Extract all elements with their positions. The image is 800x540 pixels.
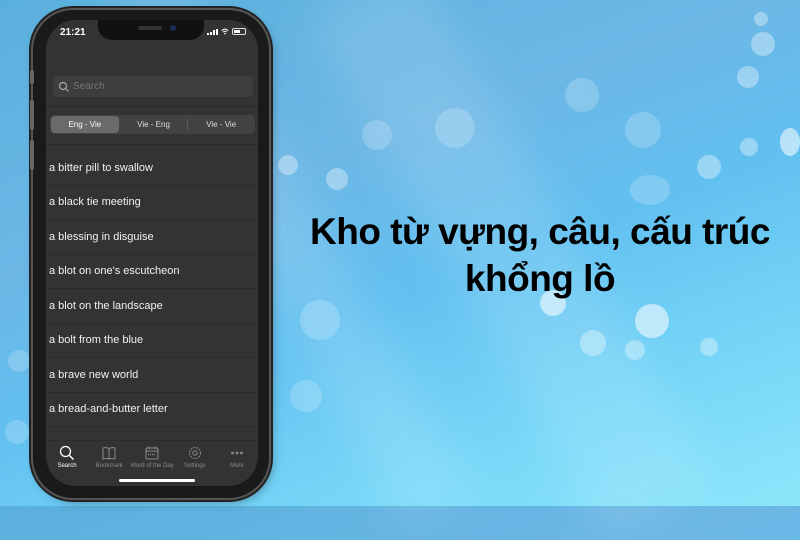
front-camera [170, 25, 176, 31]
language-segmented-control: Eng - Vie Vie - Eng Vie - Vie [50, 115, 255, 134]
tab-label: Search [57, 463, 77, 469]
segment-eng-vie[interactable]: Eng - Vie [51, 116, 119, 133]
notch [98, 20, 204, 40]
bokeh [278, 155, 298, 175]
bokeh [751, 32, 775, 56]
list-item[interactable]: a bitter pill to swallow [46, 151, 258, 186]
tab-label: More [230, 463, 244, 469]
tab-label: Word of the Day [130, 463, 174, 469]
bokeh [780, 128, 800, 156]
bokeh [737, 66, 759, 88]
bokeh [435, 108, 475, 148]
bokeh [300, 300, 340, 340]
bokeh [565, 78, 599, 112]
segment-vie-vie[interactable]: Vie - Vie [187, 115, 255, 134]
bokeh [630, 175, 670, 205]
bokeh [700, 338, 718, 356]
search-icon [59, 445, 75, 461]
bokeh [635, 304, 669, 338]
headline: Kho từ vựng, câu, cấu trúc khổng lồ [300, 208, 780, 302]
bokeh [362, 120, 392, 150]
list-item[interactable]: a black tie meeting [46, 186, 258, 220]
wifi-icon [221, 28, 229, 35]
bokeh [290, 380, 322, 412]
bokeh [740, 138, 758, 156]
bokeh [326, 168, 348, 190]
cellular-signal-icon [207, 29, 218, 35]
segment-separator [187, 119, 189, 130]
list-item[interactable]: a blot on the landscape [46, 289, 258, 324]
tab-label: Settings [183, 463, 206, 469]
divider [46, 144, 258, 145]
bokeh [625, 340, 645, 360]
list-item[interactable]: a bolt from the blue [46, 324, 258, 358]
list-item[interactable]: a bread-and-butter letter [46, 393, 258, 427]
segment-vie-eng[interactable]: Vie - Eng [120, 115, 188, 134]
mute-switch [30, 70, 34, 84]
list-item[interactable]: a blot on one's escutcheon [46, 255, 258, 289]
tab-label: Bookmark [95, 463, 123, 469]
divider [46, 106, 258, 107]
speaker [138, 26, 162, 30]
battery-icon [232, 28, 246, 35]
entry-list: a bitter pill to swallow a black tie mee… [46, 151, 258, 427]
headline-line-1: Kho từ vựng, câu, cấu trúc [310, 211, 770, 252]
bokeh [8, 350, 30, 372]
home-indicator[interactable] [119, 479, 195, 482]
list-item[interactable]: a blessing in disguise [46, 220, 258, 255]
gear-icon [188, 447, 201, 459]
list-item[interactable]: a brave new world [46, 358, 258, 393]
headline-line-2: khổng lồ [464, 258, 616, 299]
status-icons [207, 28, 246, 35]
bokeh [5, 420, 29, 444]
tab-search[interactable]: Search [46, 441, 88, 486]
bokeh [580, 330, 606, 356]
volume-down-button [30, 140, 34, 170]
more-dots-icon [231, 451, 243, 455]
status-time: 21:21 [60, 27, 86, 38]
segment-vie-vie-label: Vie - Vie [206, 120, 237, 129]
search-bar[interactable] [53, 76, 253, 97]
tab-more[interactable]: More [216, 441, 258, 486]
search-icon [58, 81, 69, 92]
search-input[interactable] [70, 81, 243, 92]
bokeh [754, 12, 768, 26]
phone-screen: 21:21 Eng - Vie Vie - Eng Vie - Vie a bi… [46, 20, 258, 486]
bokeh [697, 155, 721, 179]
calendar-icon [145, 446, 159, 460]
bokeh [625, 112, 661, 148]
volume-up-button [30, 100, 34, 130]
book-icon [102, 447, 116, 460]
